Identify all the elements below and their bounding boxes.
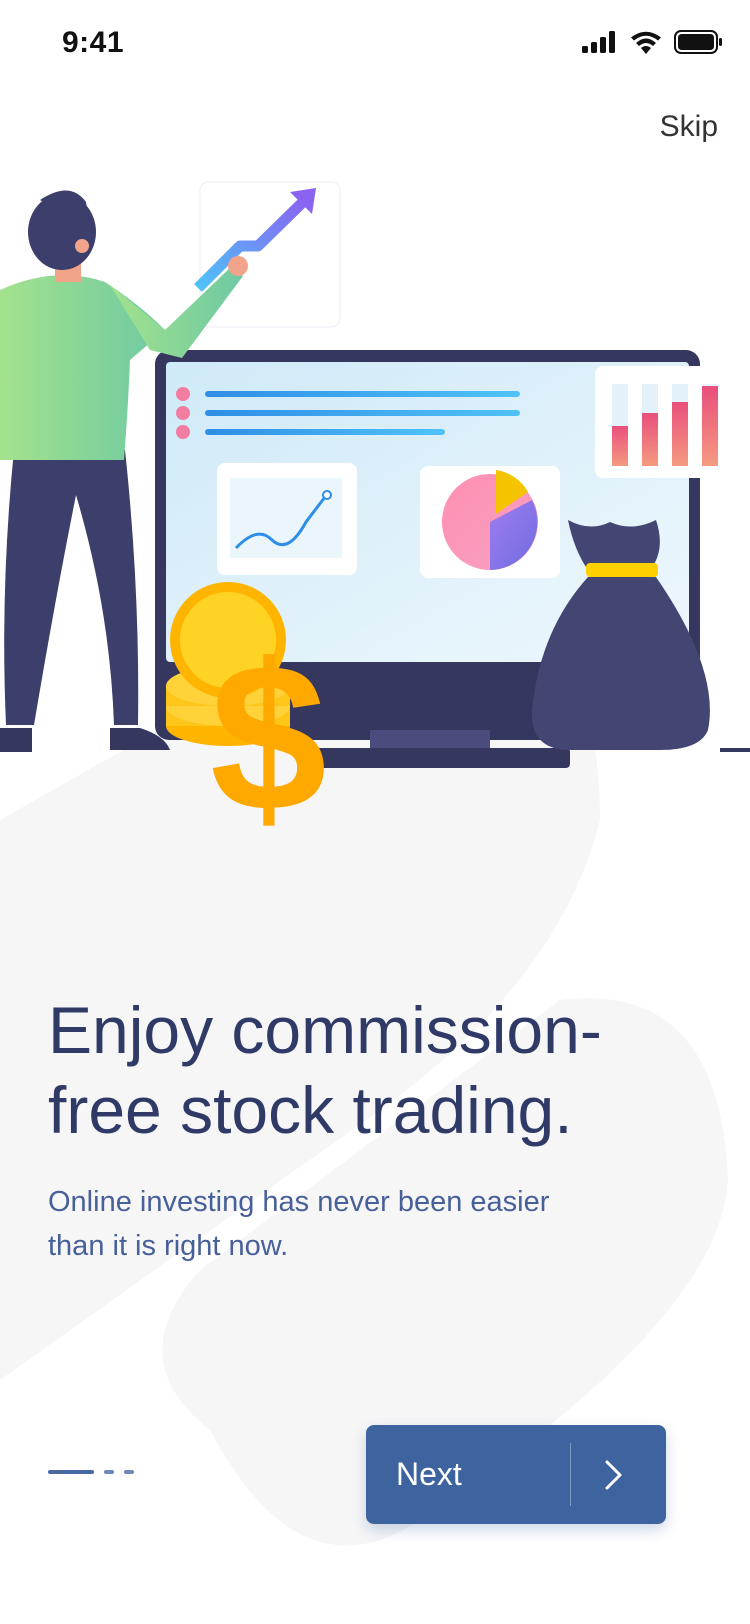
page-indicator-active bbox=[48, 1470, 94, 1474]
subtitle: Online investing has never been easier t… bbox=[48, 1186, 550, 1262]
next-button-label: Next bbox=[396, 1456, 462, 1492]
line-chart-card bbox=[217, 463, 357, 575]
page-indicator-inactive bbox=[124, 1470, 134, 1474]
stock-trading-illustration: $ bbox=[0, 181, 750, 855]
status-bar: 9:41 bbox=[0, 0, 750, 90]
page-indicator bbox=[48, 1470, 134, 1474]
page-indicator-inactive bbox=[104, 1470, 114, 1474]
wifi-icon bbox=[631, 31, 661, 54]
floor-line bbox=[720, 748, 750, 752]
status-time: 9:41 bbox=[62, 26, 125, 59]
headline: Enjoy commission-free stock trading. bbox=[48, 993, 602, 1147]
status-icons bbox=[582, 30, 722, 54]
battery-icon bbox=[674, 30, 722, 54]
signal-icon bbox=[582, 31, 615, 53]
dollar-sign-icon: $ bbox=[210, 620, 327, 855]
bar-chart-card bbox=[595, 366, 735, 478]
next-button[interactable]: Next bbox=[366, 1425, 666, 1524]
skip-button[interactable]: Skip bbox=[660, 110, 718, 144]
next-button-divider bbox=[570, 1443, 571, 1506]
chevron-right-icon bbox=[605, 1460, 622, 1490]
pie-chart-card bbox=[420, 466, 560, 578]
